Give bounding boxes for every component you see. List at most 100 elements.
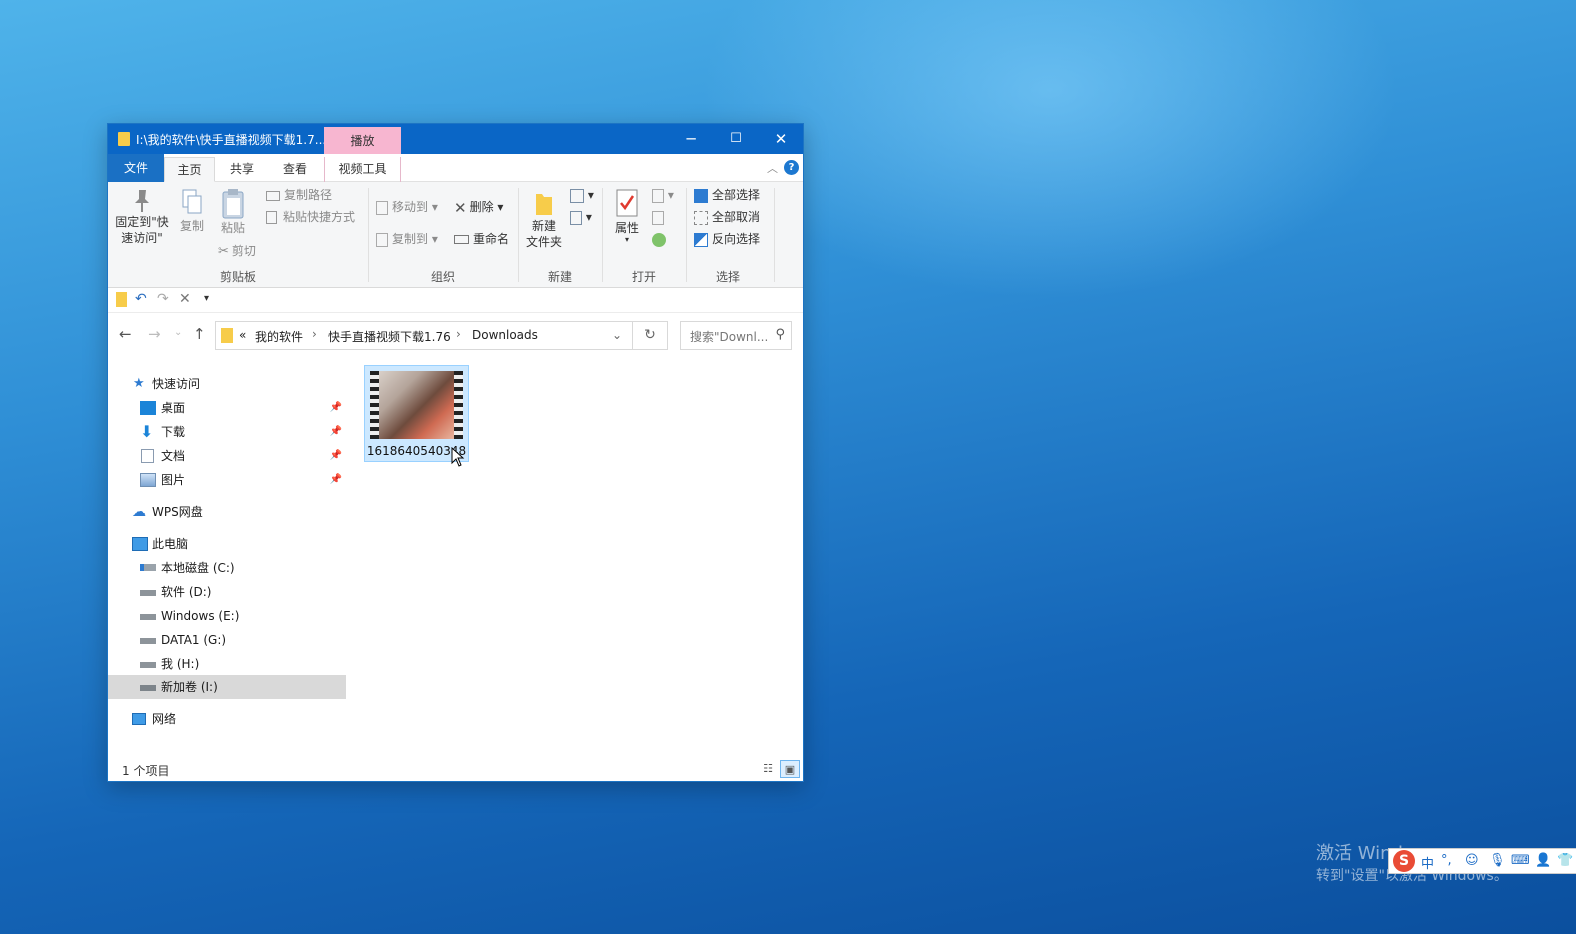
emoji-icon[interactable]: ☺	[1465, 853, 1479, 868]
nav-item-network[interactable]: 网络	[108, 707, 346, 731]
chevron-down-icon[interactable]: ⌄	[612, 328, 622, 342]
nav-item-drive-g[interactable]: DATA1 (G:)	[108, 628, 346, 652]
breadcrumb-item[interactable]: Downloads	[472, 328, 538, 342]
nav-label: 图片	[161, 473, 186, 487]
new-item-button[interactable]: ▾	[570, 186, 594, 204]
qat-folder-icon[interactable]	[116, 292, 127, 307]
nav-item-drive-d[interactable]: 软件 (D:)	[108, 580, 346, 604]
large-icons-view-icon[interactable]: ▣	[780, 760, 800, 778]
sogou-logo-icon[interactable]: S	[1393, 850, 1415, 872]
tab-home[interactable]: 主页	[164, 157, 215, 182]
delete-button[interactable]: ✕ 删除 ▾	[454, 198, 503, 217]
ribbon-separator	[686, 188, 687, 282]
picture-icon	[140, 473, 156, 487]
search-input[interactable]: 搜索"Downl...	[690, 328, 768, 345]
address-row: ← → ⌄ ↑ « 我的软件 › 快手直播视频下载1.76 › Download…	[108, 313, 803, 355]
properties-label: 属性	[614, 221, 639, 235]
search-box[interactable]: 搜索"Downl... ⚲	[680, 321, 792, 350]
title-bar[interactable]: I:\我的软件\快手直播视频下载1.7... 播放 ─ ☐ ✕	[108, 124, 803, 154]
history-button[interactable]	[652, 230, 666, 248]
breadcrumb-chevron-icon[interactable]: ›	[312, 327, 317, 341]
pin-icon[interactable]: 📌	[330, 444, 342, 468]
undo-icon[interactable]: ↶	[135, 291, 147, 307]
nav-item-quick-access[interactable]: ★ 快速访问	[108, 372, 346, 396]
nav-item-downloads[interactable]: ⬇ 下载 📌	[108, 420, 346, 444]
forward-arrow-icon[interactable]: →	[148, 325, 161, 343]
user-icon[interactable]: 👤	[1535, 853, 1551, 868]
redo-icon[interactable]: ↷	[157, 291, 169, 307]
address-bar[interactable]: « 我的软件 › 快手直播视频下载1.76 › Downloads ⌄	[215, 321, 633, 350]
refresh-button[interactable]: ↻	[633, 321, 668, 350]
copy-icon	[182, 189, 202, 214]
breadcrumb-overflow[interactable]: «	[239, 328, 246, 342]
tab-file[interactable]: 文件	[108, 154, 164, 182]
punctuation-icon[interactable]: °,	[1441, 853, 1452, 868]
nav-item-drive-e[interactable]: Windows (E:)	[108, 604, 346, 628]
pin-icon[interactable]: 📌	[330, 396, 342, 420]
nav-label: 桌面	[161, 401, 186, 415]
breadcrumb-chevron-icon[interactable]: ›	[456, 327, 461, 341]
edit-button[interactable]	[652, 208, 664, 226]
select-all-button[interactable]: 全部选择	[694, 186, 760, 204]
select-none-button[interactable]: 全部取消	[694, 208, 760, 226]
delete-label: 删除	[469, 200, 494, 214]
ribbon-collapse-icon[interactable]: ︿	[767, 160, 778, 176]
properties-button[interactable]: 属性 ▾	[608, 188, 646, 244]
nav-item-this-pc[interactable]: 此电脑	[108, 532, 346, 556]
nav-label: 网络	[152, 712, 177, 726]
microphone-icon[interactable]: 🎙	[1489, 853, 1506, 868]
paste-button[interactable]: 粘贴	[216, 188, 250, 236]
nav-item-documents[interactable]: 文档 📌	[108, 444, 346, 468]
ime-toolbar[interactable]: S 中 °, ☺ 🎙 ⌨ 👤 👕	[1388, 848, 1576, 874]
drive-icon	[140, 662, 156, 668]
copy-to-button[interactable]: 复制到 ▾	[376, 230, 438, 248]
copy-path-button[interactable]: 复制路径	[266, 186, 332, 204]
tab-play-context[interactable]: 播放	[324, 127, 401, 154]
close-button[interactable]: ✕	[758, 124, 803, 154]
skin-icon[interactable]: 👕	[1557, 853, 1573, 868]
pin-quick-access-button[interactable]: 固定到"快 速访问"	[114, 188, 170, 246]
pin-label-line2: 速访问"	[121, 231, 163, 245]
copy-button[interactable]: 复制	[176, 188, 208, 234]
system-drive-icon	[140, 564, 156, 571]
nav-item-wps-cloud[interactable]: ☁ WPS网盘	[108, 500, 346, 524]
cut-label: 剪切	[231, 244, 256, 258]
tab-video-tools[interactable]: 视频工具	[324, 157, 401, 182]
nav-item-pictures[interactable]: 图片 📌	[108, 468, 346, 492]
details-view-icon[interactable]: ☷	[758, 760, 778, 778]
new-folder-button[interactable]: 新建 文件夹	[522, 188, 566, 250]
nav-item-drive-h[interactable]: 我 (H:)	[108, 652, 346, 676]
maximize-button[interactable]: ☐	[713, 124, 759, 154]
film-strip-icon	[370, 371, 379, 439]
invert-selection-button[interactable]: 反向选择	[694, 230, 760, 248]
easy-access-button[interactable]: ▾	[570, 208, 592, 226]
pin-icon[interactable]: 📌	[330, 468, 342, 492]
nav-item-drive-i[interactable]: 新加卷 (I:)	[108, 675, 346, 699]
nav-item-drive-c[interactable]: 本地磁盘 (C:)	[108, 556, 346, 580]
file-explorer-window: I:\我的软件\快手直播视频下载1.7... 播放 ─ ☐ ✕ 文件 主页 共享…	[107, 123, 804, 782]
keyboard-icon[interactable]: ⌨	[1511, 853, 1530, 868]
tab-share[interactable]: 共享	[218, 157, 266, 182]
pin-icon[interactable]: 📌	[330, 420, 342, 444]
rename-button[interactable]: 重命名	[454, 230, 509, 248]
paste-shortcut-icon	[266, 211, 277, 224]
delete-icon[interactable]: ✕	[179, 291, 191, 307]
tab-view[interactable]: 查看	[271, 157, 319, 182]
paste-shortcut-button[interactable]: 粘贴快捷方式	[266, 208, 355, 226]
minimize-button[interactable]: ─	[668, 124, 714, 154]
breadcrumb-item[interactable]: 快手直播视频下载1.76	[328, 328, 451, 345]
qat-customize-icon[interactable]: ▾	[204, 293, 209, 304]
select-group-label: 选择	[715, 270, 740, 284]
nav-label: Windows (E:)	[161, 609, 240, 623]
back-arrow-icon[interactable]: ←	[119, 325, 132, 343]
move-to-button[interactable]: 移动到 ▾	[376, 198, 438, 216]
breadcrumb-item[interactable]: 我的软件	[255, 328, 303, 345]
recent-locations-icon[interactable]: ⌄	[174, 327, 182, 338]
nav-label: 此电脑	[152, 537, 189, 551]
open-button[interactable]: ▾	[652, 186, 674, 204]
nav-item-desktop[interactable]: 桌面 📌	[108, 396, 346, 420]
up-arrow-icon[interactable]: ↑	[193, 325, 206, 343]
cut-button[interactable]: ✂ 剪切	[218, 242, 256, 260]
help-icon[interactable]: ?	[784, 160, 799, 175]
input-mode-toggle[interactable]: 中	[1421, 853, 1434, 872]
